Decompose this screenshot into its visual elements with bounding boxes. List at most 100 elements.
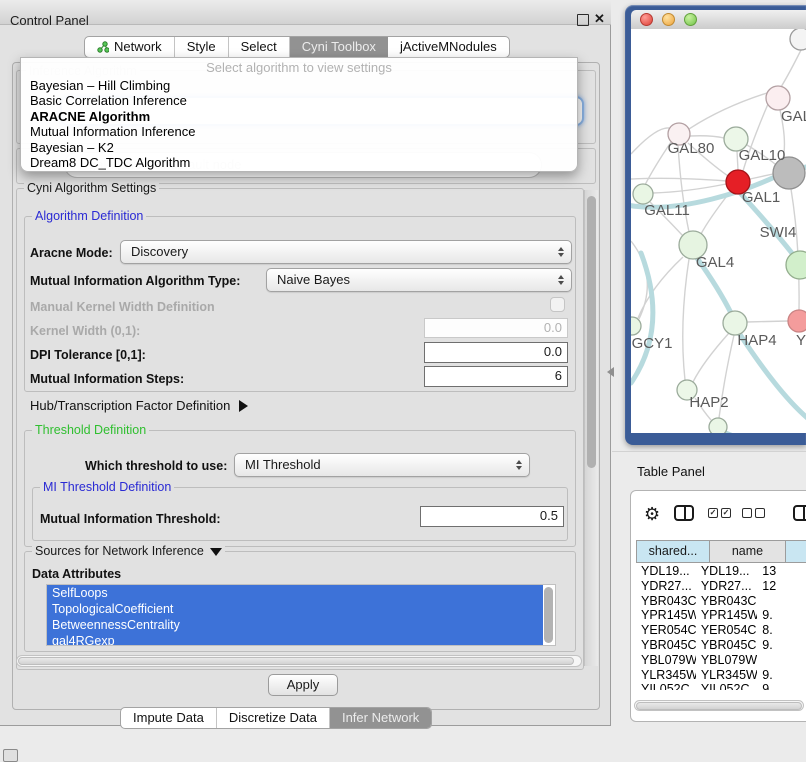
window-grip-icon[interactable] — [3, 749, 18, 762]
close-icon[interactable]: ✕ — [594, 11, 605, 27]
network-node-label: SWI4 — [760, 224, 797, 241]
mi-threshold-field[interactable]: 0.5 — [420, 506, 564, 527]
algorithm-option[interactable]: Bayesian – K2 — [21, 140, 577, 155]
algorithm-option[interactable]: ARACNE Algorithm — [21, 109, 577, 124]
data-attribute-item[interactable]: gal4RGexp — [47, 633, 543, 646]
mac-close-icon[interactable] — [640, 13, 653, 26]
aracne-mode-select[interactable]: Discovery — [120, 240, 572, 264]
mi-algorithm-type-value: Naive Bayes — [277, 272, 350, 287]
mode-tab-infer-network[interactable]: Infer Network — [330, 708, 431, 728]
tab-style[interactable]: Style — [175, 37, 229, 57]
mi-steps-field[interactable]: 6 — [424, 366, 568, 387]
algorithm-option[interactable]: Basic Correlation Inference — [21, 93, 577, 108]
network-node-label: GAL80 — [668, 140, 715, 157]
network-node-gal[interactable] — [766, 86, 790, 110]
mi-algorithm-type-select[interactable]: Naive Bayes — [266, 268, 572, 292]
table-horizontal-scrollbar[interactable] — [634, 700, 804, 711]
table-row[interactable]: YER054CYER054C8. — [636, 623, 806, 638]
data-attribute-item[interactable]: SelfLoops — [47, 585, 543, 601]
kernel-width-field[interactable]: 0.0 — [424, 318, 568, 338]
network-node-swi4[interactable] — [786, 251, 806, 279]
tab-cyni-toolbox[interactable]: Cyni Toolbox — [290, 37, 388, 57]
select-all-checkboxes-icon[interactable]: ✓✓ — [708, 508, 731, 518]
network-node-gal11[interactable] — [633, 184, 653, 204]
table-cell: YIL052C — [636, 682, 696, 690]
table-row[interactable]: YDL19...YDL19...13 — [636, 564, 806, 579]
algorithm-option[interactable]: Dream8 DC_TDC Algorithm — [21, 155, 577, 170]
mac-zoom-icon[interactable] — [684, 13, 697, 26]
column-layout-icon[interactable] — [674, 505, 694, 521]
apply-button[interactable]: Apply — [268, 674, 338, 696]
network-edge — [653, 184, 726, 193]
network-edge — [689, 93, 767, 129]
algorithm-option[interactable]: Bayesian – Hill Climbing — [21, 78, 577, 93]
table-column-header[interactable]: A — [786, 540, 806, 563]
table-options-icon[interactable] — [793, 505, 806, 521]
network-node-label: HAP2 — [689, 394, 728, 411]
table-cell: YPR145W — [696, 608, 757, 623]
table-row[interactable]: YDR27...YDR27...12 — [636, 579, 806, 594]
network-node-label: GCY1 — [632, 335, 673, 352]
table-cell: YLR345W — [636, 668, 696, 683]
table-row[interactable]: YBR043CYBR043C — [636, 594, 806, 609]
settings-horizontal-scrollbar[interactable] — [16, 655, 582, 667]
settings-vertical-scrollbar[interactable] — [584, 190, 598, 666]
table-cell: YDL19... — [696, 564, 757, 579]
data-attributes-list: SelfLoopsTopologicalCoefficientBetweenne… — [46, 584, 556, 646]
dpi-tolerance-field[interactable]: 0.0 — [424, 342, 568, 363]
network-edge — [690, 136, 724, 138]
table-cell: YBL079W — [636, 653, 696, 668]
data-attributes-label: Data Attributes — [32, 567, 121, 581]
tab-network[interactable]: Network — [85, 37, 175, 57]
tab-label: Network — [114, 37, 162, 57]
table-cell: 9 — [757, 682, 806, 690]
tab-label: Infer Network — [342, 708, 419, 728]
network-node-y[interactable] — [788, 310, 806, 332]
tab-label: Select — [241, 37, 277, 57]
splitter-collapse-icon[interactable] — [607, 367, 614, 377]
table-cell: 12 — [757, 579, 806, 594]
table-row[interactable]: YIL052CYIL052C9 — [636, 682, 806, 690]
network-node-label: GAL10 — [739, 147, 786, 164]
dpi-tolerance-label: DPI Tolerance [0,1]: — [30, 348, 146, 362]
algorithm-dropdown-popup: Select algorithm to view settings Bayesi… — [20, 57, 578, 172]
network-node-label: GAL — [781, 108, 806, 125]
gear-icon[interactable]: ⚙ — [644, 505, 660, 523]
table-column-header[interactable]: shared... — [636, 540, 710, 563]
network-node[interactable] — [790, 29, 806, 50]
tab-label: jActiveMNodules — [400, 37, 497, 57]
network-icon — [97, 41, 109, 53]
expander-arrow-right-icon — [239, 400, 248, 412]
float-window-icon[interactable] — [577, 14, 589, 26]
table-row[interactable]: YBL079WYBL079W — [636, 653, 806, 668]
tab-select[interactable]: Select — [229, 37, 290, 57]
table-row[interactable]: YBR045CYBR045C9. — [636, 638, 806, 653]
network-node[interactable] — [709, 418, 727, 433]
manual-kernel-width-checkbox[interactable] — [550, 297, 565, 312]
deselect-all-checkboxes-icon[interactable] — [742, 508, 765, 518]
mode-tab-discretize-data[interactable]: Discretize Data — [217, 708, 330, 728]
tab-label: Discretize Data — [229, 708, 317, 728]
sources-group-title[interactable]: Sources for Network Inference — [32, 544, 225, 558]
algorithm-option[interactable]: Mutual Information Inference — [21, 124, 577, 139]
data-attribute-item[interactable]: BetweennessCentrality — [47, 617, 543, 633]
hub-definition-expander[interactable]: Hub/Transcription Factor Definition — [30, 398, 248, 413]
data-attribute-item[interactable]: TopologicalCoefficient — [47, 601, 543, 617]
network-canvas[interactable]: GALGAL80GAL10GAL1GAL11SWI4GAL4HAP4YGCY1H… — [631, 29, 806, 433]
table-row[interactable]: YLR345WYLR345W9. — [636, 668, 806, 683]
table-cell: YBL079W — [696, 653, 757, 668]
panel-title: Control Panel — [10, 13, 89, 28]
sources-title-text: Sources for Network Inference — [35, 544, 204, 558]
tab-label: Impute Data — [133, 708, 204, 728]
mac-minimize-icon[interactable] — [662, 13, 675, 26]
which-threshold-select[interactable]: MI Threshold — [234, 453, 530, 477]
algorithm-dropdown-prompt: Select algorithm to view settings — [21, 58, 577, 78]
table-column-header[interactable]: name — [710, 540, 786, 563]
network-node-gcy1[interactable] — [631, 317, 641, 335]
network-node-label: HAP4 — [737, 332, 776, 349]
list-scrollbar[interactable] — [544, 587, 553, 643]
mode-tab-impute-data[interactable]: Impute Data — [121, 708, 217, 728]
tab-jactivemnodules[interactable]: jActiveMNodules — [388, 37, 509, 57]
table-row[interactable]: YPR145WYPR145W9. — [636, 608, 806, 623]
network-edge — [781, 50, 801, 87]
